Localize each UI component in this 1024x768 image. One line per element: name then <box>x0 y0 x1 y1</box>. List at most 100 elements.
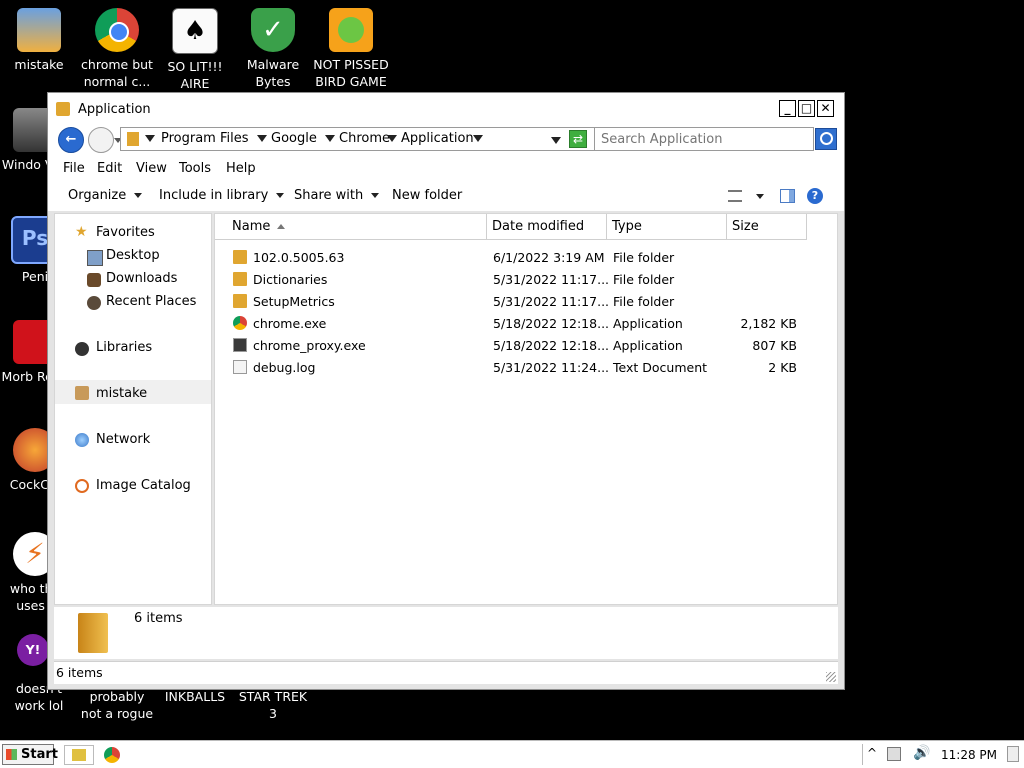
file-name: SetupMetrics <box>253 294 335 309</box>
column-header-name[interactable]: Name <box>215 214 487 240</box>
new-folder-button[interactable]: New folder <box>392 188 462 203</box>
address-bar[interactable]: Program Files Google Chrome Application … <box>120 127 632 151</box>
navigation-pane: ★ Favorites Desktop Downloads Recent Pla… <box>54 213 212 605</box>
file-row[interactable]: chrome_proxy.exe 5/18/2022 12:18... Appl… <box>215 334 837 356</box>
chevron-down-icon[interactable] <box>325 135 335 142</box>
desktop-icon-mistake[interactable]: mistake <box>1 0 77 73</box>
help-icon[interactable]: ? <box>807 188 823 204</box>
clock[interactable]: 11:28 PM <box>941 748 997 762</box>
nav-desktop[interactable]: Desktop <box>106 248 160 263</box>
yahoo-icon: Y! <box>17 634 49 666</box>
status-bar: 6 items <box>54 661 838 684</box>
windows-flag-icon <box>6 749 17 760</box>
search-input[interactable] <box>595 128 797 150</box>
search-icon <box>820 132 833 145</box>
nav-user-mistake[interactable]: mistake <box>96 386 147 401</box>
breadcrumb-google[interactable]: Google <box>271 131 317 146</box>
show-hidden-icons-icon[interactable]: ^ <box>867 746 877 760</box>
chevron-down-icon[interactable] <box>257 135 267 142</box>
menu-tools[interactable]: Tools <box>179 161 211 176</box>
breadcrumb-application[interactable]: Application <box>401 131 474 146</box>
chevron-down-icon[interactable] <box>387 135 397 142</box>
nav-libraries[interactable]: Libraries <box>96 340 152 355</box>
desktop-icon-chrome[interactable]: chrome but normal c... <box>79 0 155 90</box>
details-pane: 6 items <box>54 607 838 659</box>
preview-pane-icon[interactable] <box>780 189 795 203</box>
file-date: 5/31/2022 11:17... <box>493 294 610 309</box>
menu-bar: File Edit View Tools Help <box>48 157 844 181</box>
explorer-taskbar-button[interactable] <box>64 745 94 765</box>
show-desktop-button[interactable] <box>1007 746 1019 762</box>
file-row[interactable]: chrome.exe 5/18/2022 12:18... Applicatio… <box>215 312 837 334</box>
menu-help[interactable]: Help <box>226 161 256 176</box>
file-date: 5/31/2022 11:24... <box>493 360 610 375</box>
taskbar: Start ^ 🔊 11:28 PM <box>0 740 1024 768</box>
desktop-icon-star-trek[interactable]: STAR TREK 3 <box>235 688 311 722</box>
chrome-icon <box>95 8 139 52</box>
nav-image-catalog[interactable]: Image Catalog <box>96 478 191 493</box>
chrome-taskbar-icon[interactable] <box>104 747 120 763</box>
search-box[interactable] <box>594 127 814 151</box>
back-button[interactable]: ← <box>58 127 84 153</box>
menu-file[interactable]: File <box>63 161 85 176</box>
resize-grip-icon[interactable] <box>826 672 836 682</box>
pig-icon <box>329 8 373 52</box>
column-header-name-label: Name <box>232 219 271 234</box>
file-date: 5/31/2022 11:17... <box>493 272 610 287</box>
forward-button[interactable] <box>88 127 114 153</box>
breadcrumb-program-files[interactable]: Program Files <box>161 131 249 146</box>
desktop-icon-bird-game[interactable]: NOT PISSED BIRD GAME <box>313 0 389 90</box>
file-date: 5/18/2022 12:18... <box>493 316 610 331</box>
organize-button[interactable]: Organize <box>68 188 143 203</box>
system-tray: ^ 🔊 11:28 PM <box>862 744 1023 765</box>
close-button[interactable]: ✕ <box>817 100 834 117</box>
file-row[interactable]: debug.log 5/31/2022 11:24... Text Docume… <box>215 356 837 378</box>
file-size: 807 KB <box>752 338 797 353</box>
column-header-date[interactable]: Date modified <box>487 214 607 240</box>
desktop-icon-inkballs[interactable]: INKBALLS <box>157 688 233 705</box>
folder-icon <box>127 132 139 146</box>
column-header-type[interactable]: Type <box>607 214 727 240</box>
file-name: Dictionaries <box>253 272 328 287</box>
network-tray-icon[interactable] <box>887 747 901 761</box>
start-label: Start <box>21 747 58 762</box>
search-button[interactable] <box>815 128 837 150</box>
share-label: Share with <box>294 188 364 203</box>
file-size: 2,182 KB <box>740 316 797 331</box>
chevron-down-icon[interactable] <box>145 135 155 142</box>
file-row[interactable]: 102.0.5005.63 6/1/2022 3:19 AM File fold… <box>215 246 837 268</box>
desktop-icon <box>87 250 103 266</box>
nav-recent-places[interactable]: Recent Places <box>106 294 196 309</box>
speaker-icon[interactable]: 🔊 <box>913 745 930 761</box>
chevron-down-icon <box>276 193 285 198</box>
nav-favorites[interactable]: Favorites <box>96 225 155 240</box>
nav-network[interactable]: Network <box>96 432 150 447</box>
refresh-icon[interactable]: ⇄ <box>569 130 587 148</box>
start-button[interactable]: Start <box>2 744 58 765</box>
breadcrumb-chrome[interactable]: Chrome <box>339 131 390 146</box>
window-title: Application <box>78 102 151 117</box>
share-with-button[interactable]: Share with <box>294 188 380 203</box>
file-type: File folder <box>613 250 675 265</box>
minimize-button[interactable]: _ <box>779 100 796 117</box>
desktop-icon-rogue[interactable]: probably not a rogue <box>79 688 155 722</box>
view-options-chevron-down-icon[interactable] <box>756 194 764 199</box>
view-options-icon[interactable] <box>728 190 742 202</box>
include-in-library-button[interactable]: Include in library <box>159 188 285 203</box>
maximize-button[interactable]: □ <box>798 100 815 117</box>
file-row[interactable]: SetupMetrics 5/31/2022 11:17... File fol… <box>215 290 837 312</box>
desktop-icon-malwarebytes[interactable]: ✓ Malware Bytes <box>235 0 311 90</box>
downloads-icon <box>87 273 101 287</box>
title-bar[interactable]: Application _ □ ✕ <box>48 93 844 123</box>
computer-icon <box>17 8 61 52</box>
chevron-down-icon[interactable] <box>473 135 483 142</box>
application-icon <box>233 338 247 352</box>
address-history-arrow-icon[interactable] <box>551 137 561 144</box>
menu-edit[interactable]: Edit <box>97 161 122 176</box>
file-row[interactable]: Dictionaries 5/31/2022 11:17... File fol… <box>215 268 837 290</box>
desktop-icon-solitaire[interactable]: ♠ SO LIT!!! AIRE <box>157 0 233 92</box>
nav-downloads[interactable]: Downloads <box>106 271 177 286</box>
menu-view[interactable]: View <box>136 161 167 176</box>
file-date: 5/18/2022 12:18... <box>493 338 610 353</box>
column-header-size[interactable]: Size <box>727 214 807 240</box>
